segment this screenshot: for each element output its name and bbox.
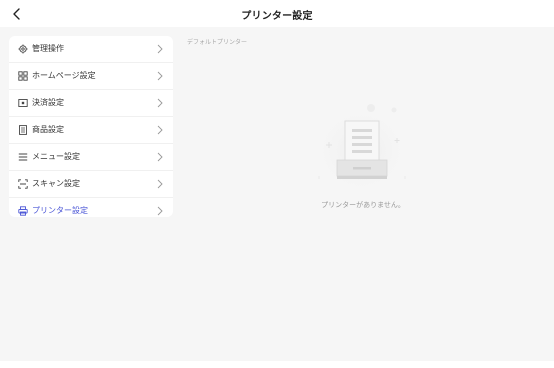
list-icon (18, 152, 28, 162)
default-printer-label: デフォルトプリンター (187, 39, 248, 46)
grid-icon (18, 71, 28, 81)
chevron-right-icon (157, 44, 163, 54)
printer-icon (18, 206, 28, 216)
chevron-right-icon (157, 206, 163, 216)
chevron-right-icon (157, 98, 163, 108)
menu-item-homepage[interactable]: ホームページ設定 (9, 63, 173, 90)
menu-item-label: 管理操作 (32, 44, 64, 53)
menu-item-payment[interactable]: 決済設定 (9, 90, 173, 117)
empty-printer-illustration (311, 100, 411, 192)
bottom-bar (0, 361, 554, 368)
chevron-right-icon (157, 179, 163, 189)
page-title: プリンター設定 (241, 11, 313, 22)
scan-icon (18, 179, 28, 189)
menu-item-admin[interactable]: 管理操作 (9, 36, 173, 63)
menu-item-scan[interactable]: スキャン設定 (9, 171, 173, 198)
menu-item-menu-settings[interactable]: メニュー設定 (9, 144, 173, 171)
menu-item-label: 商品設定 (32, 125, 64, 134)
top-bar: プリンター設定 (0, 0, 554, 27)
empty-state-message: プリンターがありません。 (321, 201, 405, 209)
menu-item-label: スキャン設定 (32, 179, 80, 188)
menu-item-label: 決済設定 (32, 98, 64, 107)
document-icon (18, 125, 28, 135)
chevron-right-icon (157, 125, 163, 135)
settings-menu: 管理操作 ホームページ設定 決済設定 商品設定 メニュー設定 スキャン設定 プリ… (9, 36, 173, 217)
chevron-right-icon (157, 71, 163, 81)
menu-item-printer[interactable]: プリンター設定 (9, 198, 173, 217)
menu-item-products[interactable]: 商品設定 (9, 117, 173, 144)
gear-icon (18, 44, 28, 54)
payment-icon (18, 98, 28, 108)
menu-item-label: メニュー設定 (32, 152, 80, 161)
chevron-right-icon (157, 152, 163, 162)
menu-item-label: プリンター設定 (32, 206, 88, 215)
menu-item-label: ホームページ設定 (32, 71, 96, 80)
